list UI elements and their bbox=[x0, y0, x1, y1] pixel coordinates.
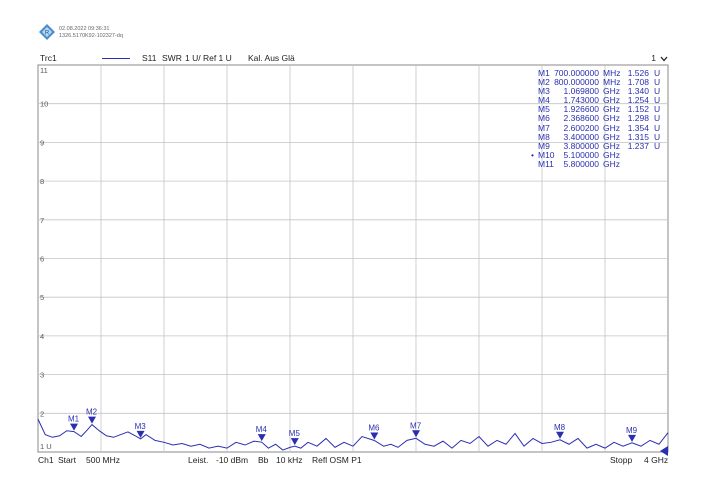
marker-name: M11 bbox=[538, 158, 554, 169]
channel-footer: Ch1 Start 500 MHz Leist. -10 dBm Bb 10 k… bbox=[38, 455, 668, 467]
marker-label[interactable]: M9 bbox=[626, 426, 638, 435]
marker-response: 1.237 bbox=[627, 140, 649, 151]
bandwidth-label: Bb bbox=[258, 455, 269, 465]
marker-unit: GHz bbox=[603, 158, 620, 169]
stop-label: Stopp bbox=[610, 455, 633, 465]
cal-status: Kal. Aus Glä bbox=[248, 53, 295, 63]
marker-label[interactable]: M7 bbox=[410, 421, 422, 430]
marker-label[interactable]: M3 bbox=[135, 422, 147, 431]
y-tick-label: 9 bbox=[40, 138, 44, 147]
y-tick-label: 2 bbox=[40, 409, 44, 418]
trace-format[interactable]: SWR bbox=[162, 53, 182, 63]
trace-scale[interactable]: 1 U/ Ref 1 U bbox=[185, 53, 232, 63]
trace-color-line bbox=[102, 58, 130, 59]
y-tick-label: 10 bbox=[40, 100, 48, 109]
start-label: Start bbox=[58, 455, 76, 465]
svg-text:R: R bbox=[45, 31, 50, 37]
port-config[interactable]: Refl OSM P1 bbox=[312, 455, 362, 465]
y-tick-label: 11 bbox=[40, 66, 48, 75]
channel-number: 1 bbox=[651, 53, 656, 63]
stop-frequency[interactable]: 4 GHz bbox=[644, 455, 668, 465]
power-label: Leist. bbox=[188, 455, 209, 465]
y-tick-label: 4 bbox=[40, 332, 44, 341]
marker-label[interactable]: M2 bbox=[86, 408, 98, 417]
marker-stimulus: 5.800000 bbox=[563, 158, 599, 169]
active-marker-dot: • bbox=[531, 149, 534, 160]
channel-label[interactable]: Ch1 bbox=[38, 455, 54, 465]
trace-param[interactable]: S11 bbox=[142, 53, 157, 63]
trace-bar[interactable]: Trc1 S11 SWR 1 U/ Ref 1 U Kal. Aus Glä 1 bbox=[38, 51, 668, 65]
y-tick-label: 7 bbox=[40, 216, 44, 225]
marker-label[interactable]: M1 bbox=[68, 415, 80, 424]
rohde-schwarz-logo: R bbox=[39, 24, 55, 40]
marker-label[interactable]: M8 bbox=[554, 423, 566, 432]
power-value[interactable]: -10 dBm bbox=[216, 455, 248, 465]
chevron-down-icon[interactable] bbox=[660, 56, 668, 62]
marker-response-unit: U bbox=[654, 140, 661, 151]
marker-label[interactable]: M5 bbox=[289, 429, 301, 438]
bandwidth-value[interactable]: 10 kHz bbox=[276, 455, 302, 465]
y-tick-label: 1 U bbox=[40, 442, 52, 451]
y-tick-label: 3 bbox=[40, 371, 44, 380]
trace-name[interactable]: Trc1 bbox=[40, 53, 57, 63]
instrument-id: 1326.5170K92-102327-dq bbox=[59, 33, 123, 39]
y-tick-label: 6 bbox=[40, 255, 44, 264]
marker-label[interactable]: M6 bbox=[368, 423, 380, 432]
marker-label[interactable]: M4 bbox=[256, 425, 268, 434]
timestamp: 02.08.2022 09:36:31 bbox=[59, 26, 110, 32]
y-tick-label: 8 bbox=[40, 177, 44, 186]
y-tick-label: 5 bbox=[40, 293, 44, 302]
start-frequency[interactable]: 500 MHz bbox=[86, 455, 120, 465]
